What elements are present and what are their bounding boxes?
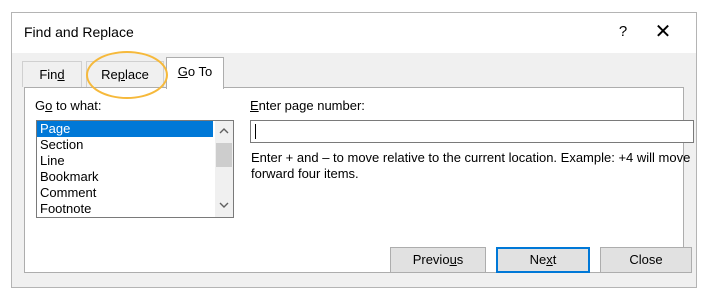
tab-replace-label: Re <box>101 67 118 82</box>
go-to-what-listbox[interactable]: Page Section Line Bookmark Comment Footn… <box>36 120 234 218</box>
tab-replace[interactable]: Replace <box>86 61 164 87</box>
previous-label-rest: s <box>456 252 464 267</box>
previous-accesskey: u <box>449 252 457 267</box>
list-item-bookmark[interactable]: Bookmark <box>37 169 233 185</box>
text-caret <box>255 124 256 139</box>
page-number-input[interactable] <box>250 120 694 143</box>
next-label: Ne <box>529 252 547 267</box>
go-to-what-label: Go to what: <box>35 98 102 113</box>
scroll-thumb[interactable] <box>216 143 232 167</box>
list-item-section[interactable]: Section <box>37 137 233 153</box>
listbox-scrollbar[interactable] <box>215 121 233 217</box>
dialog-title: Find and Replace <box>24 24 134 40</box>
title-bar: Find and Replace ? ✕ <box>12 13 696 53</box>
tab-find[interactable]: Find <box>22 61 82 87</box>
enter-page-number-label: Enter page number: <box>250 98 365 113</box>
close-button[interactable]: Close <box>600 247 692 273</box>
list-item-comment[interactable]: Comment <box>37 185 233 201</box>
close-label: Close <box>629 252 663 267</box>
tab-replace-accesskey: p <box>117 67 125 82</box>
scroll-up-icon[interactable] <box>215 123 233 141</box>
find-replace-dialog: Find and Replace ? ✕ Find Replace Go To … <box>11 12 697 288</box>
tab-goto-accesskey: G <box>177 64 188 79</box>
tab-strip: Find Replace Go To <box>12 53 696 89</box>
tab-find-accesskey: d <box>57 67 65 82</box>
previous-button[interactable]: Previous <box>390 247 486 273</box>
help-button[interactable]: ? <box>610 19 636 45</box>
hint-text: Enter + and – to move relative to the cu… <box>251 150 691 181</box>
go-to-panel: Go to what: Page Section Line Bookmark C… <box>24 87 694 273</box>
go-to-what-label-start: G <box>35 98 46 113</box>
list-item-line[interactable]: Line <box>37 153 233 169</box>
list-item-footnote[interactable]: Footnote <box>37 201 233 217</box>
list-item-page[interactable]: Page <box>37 121 213 137</box>
tab-go-to[interactable]: Go To <box>166 57 224 89</box>
go-to-what-label-rest: to what: <box>52 98 102 113</box>
scroll-down-icon[interactable] <box>215 197 233 215</box>
tab-replace-label-rest: lace <box>125 67 149 82</box>
close-icon[interactable]: ✕ <box>648 19 678 45</box>
tab-find-label: Fin <box>39 67 58 82</box>
tab-goto-label-rest: o To <box>187 64 213 79</box>
next-button[interactable]: Next <box>496 247 590 273</box>
enter-page-number-accesskey: E <box>250 98 259 113</box>
previous-label: Previo <box>412 252 450 267</box>
enter-page-number-label-rest: nter page number: <box>258 98 365 113</box>
next-label-rest: t <box>552 252 557 267</box>
